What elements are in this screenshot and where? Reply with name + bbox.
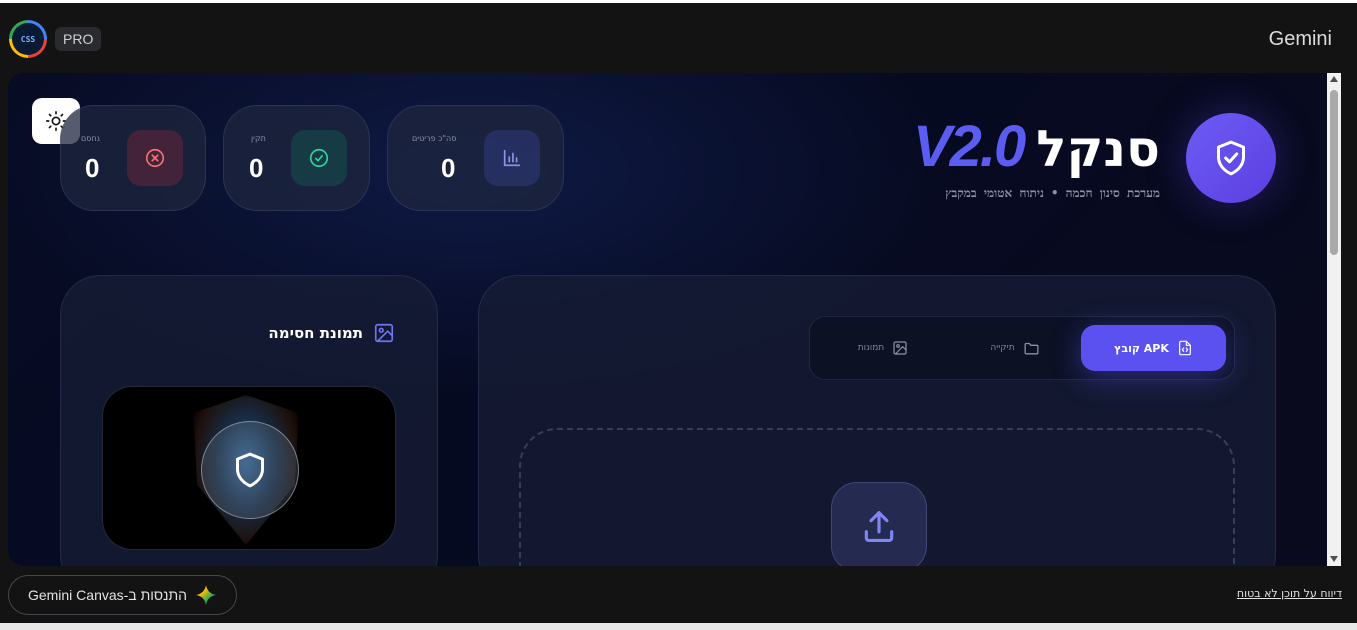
stat-total-card: סה"כ פריטים 0	[387, 105, 564, 211]
report-unsafe-link[interactable]: דיווח על תוכן לא בטוח	[1237, 587, 1342, 600]
tab-images[interactable]: תמונות	[828, 325, 938, 371]
stat-blocked-label: נחסם	[81, 134, 100, 143]
scroll-thumb[interactable]	[1330, 90, 1338, 255]
block-image-panel: תמונת חסימה	[60, 275, 438, 566]
pro-badge: PRO	[55, 27, 102, 51]
scroll-up-arrow[interactable]	[1330, 76, 1338, 82]
upload-panel: קובץ APK תיקייה תמונות	[478, 275, 1276, 566]
window-bottom-edge	[0, 623, 1357, 630]
tab-apk-file-label: קובץ APK	[1114, 341, 1169, 355]
shield-badge	[201, 421, 299, 519]
avatar[interactable]: CSS	[9, 20, 47, 58]
stat-valid-icon-box	[291, 130, 347, 186]
stat-valid-label: תקין	[251, 134, 266, 143]
file-code-icon	[1178, 340, 1191, 356]
try-canvas-button[interactable]: התנסות ב-Gemini Canvas	[8, 575, 237, 615]
block-image-header: תמונת חסימה	[268, 322, 395, 344]
tab-images-label: תמונות	[857, 343, 885, 353]
upload-icon	[864, 511, 894, 543]
x-circle-icon	[145, 148, 165, 168]
stat-valid-value: 0	[249, 153, 264, 183]
brand-title[interactable]: Gemini	[1269, 28, 1332, 51]
stat-blocked-card: נחסם 0	[60, 105, 206, 211]
stat-valid-card: תקין 0	[223, 105, 370, 211]
upload-button[interactable]	[831, 482, 927, 566]
try-canvas-label: התנסות ב-Gemini Canvas	[27, 587, 188, 603]
app-title: V2.0 סנקל	[913, 113, 1160, 183]
app-subtitle: מערכת סינון חכמה • ניתוח אטומי במקבץ	[945, 186, 1160, 200]
tab-folder[interactable]: תיקייה	[960, 325, 1070, 371]
image-icon	[893, 341, 907, 355]
stat-total-label: סה"כ פריטים	[412, 134, 457, 143]
shield-check-icon	[1217, 140, 1245, 176]
scroll-down-arrow[interactable]	[1330, 556, 1338, 562]
stat-total-icon-box	[484, 130, 540, 186]
app-title-name: סנקל	[1036, 120, 1160, 178]
stat-total-value: 0	[441, 153, 456, 183]
app-title-version: V2.0	[912, 114, 1026, 179]
top-bar: CSS PRO Gemini	[0, 3, 1357, 73]
block-image-preview[interactable]	[102, 386, 396, 550]
app-logo	[1186, 113, 1276, 203]
folder-icon	[1024, 342, 1039, 354]
avatar-logo-text: CSS	[12, 23, 44, 55]
stat-blocked-icon-box	[127, 130, 183, 186]
image-icon	[374, 323, 394, 343]
tab-folder-label: תיקייה	[990, 343, 1015, 353]
canvas-preview: נחסם 0 תקין 0 סה"כ פריטים 0 V2.0 סנקל מע…	[8, 73, 1327, 566]
check-circle-icon	[309, 148, 329, 168]
file-dropzone[interactable]	[519, 428, 1235, 566]
block-image-title: תמונת חסימה	[268, 324, 363, 342]
source-tabs: קובץ APK תיקייה תמונות	[809, 316, 1235, 380]
gemini-spark-icon	[195, 584, 217, 606]
tab-apk-file[interactable]: קובץ APK	[1081, 325, 1226, 371]
stat-blocked-value: 0	[85, 153, 100, 183]
bottom-bar: התנסות ב-Gemini Canvas דיווח על תוכן לא …	[0, 566, 1357, 630]
shield-icon	[236, 452, 264, 488]
canvas-scrollbar[interactable]	[1327, 73, 1341, 566]
bar-chart-icon	[503, 149, 521, 167]
